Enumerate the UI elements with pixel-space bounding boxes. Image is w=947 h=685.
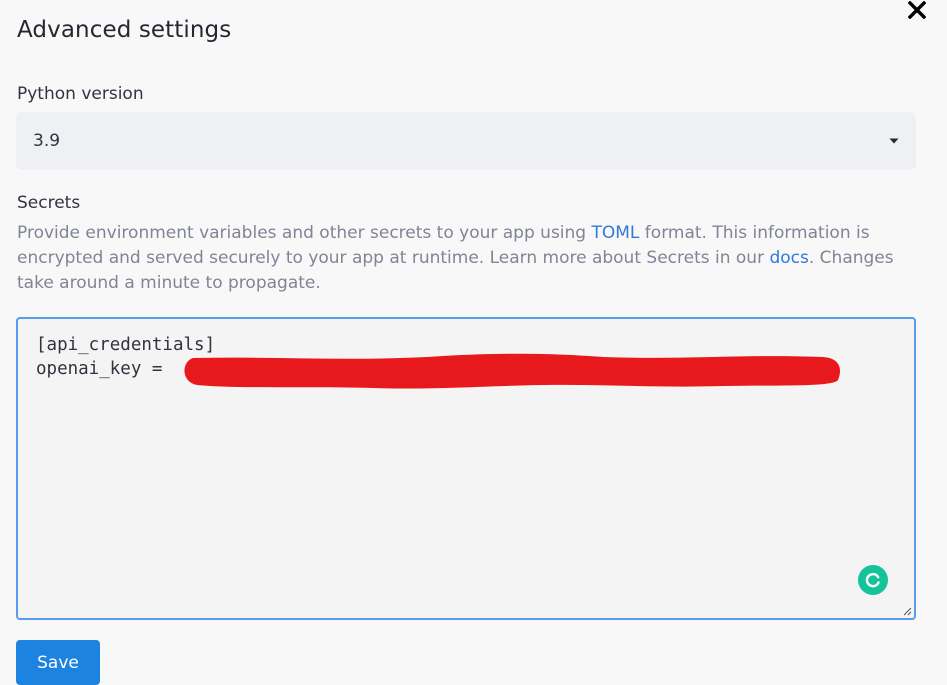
close-button[interactable] — [905, 0, 929, 22]
redaction-mark — [184, 353, 841, 389]
secrets-description: Provide environment variables and other … — [17, 221, 927, 296]
description-text: Provide environment variables and other … — [17, 223, 592, 243]
caret-down-icon — [889, 138, 899, 144]
grammarly-button[interactable] — [858, 565, 888, 595]
secrets-textarea[interactable]: [api_credentials] openai_key = — [16, 317, 916, 620]
save-button[interactable]: Save — [16, 640, 100, 685]
grammarly-icon — [865, 572, 880, 588]
resize-grip-icon[interactable] — [902, 606, 912, 616]
docs-link[interactable]: docs — [769, 248, 808, 268]
toml-link[interactable]: TOML — [592, 223, 640, 243]
python-version-value: 3.9 — [33, 131, 61, 151]
close-icon — [908, 1, 926, 19]
python-version-select[interactable]: 3.9 — [16, 112, 916, 170]
secrets-label: Secrets — [17, 193, 81, 213]
dialog-title: Advanced settings — [17, 17, 232, 43]
python-version-label: Python version — [17, 84, 144, 104]
